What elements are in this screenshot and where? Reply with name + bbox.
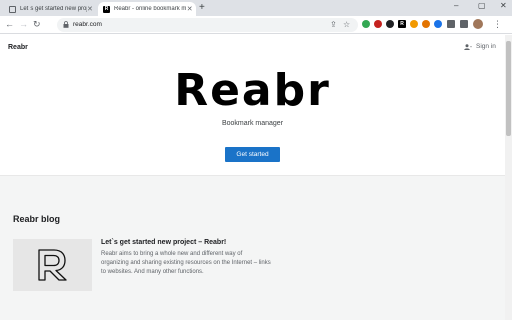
share-icon[interactable]: ⇪ <box>330 20 337 30</box>
profile-avatar[interactable] <box>473 19 483 29</box>
tab-title: Reabr - online bookmark manag <box>114 6 187 12</box>
hero-subtitle: Bookmark manager <box>221 120 284 127</box>
get-started-button[interactable]: Get started <box>225 147 280 162</box>
page-content: Reabr Sign in Reabr Bookmark manager Get… <box>0 35 505 320</box>
sign-in-label: Sign in <box>476 43 496 50</box>
scrollbar-thumb[interactable] <box>506 41 511 136</box>
post-excerpt: Reabr aims to bring a whole new and diff… <box>101 251 271 275</box>
tab-reabr-home[interactable]: R Reabr - online bookmark manag ✕ <box>98 2 196 16</box>
extension-icon[interactable] <box>386 20 394 28</box>
extension-icon[interactable] <box>410 20 418 28</box>
close-window-button[interactable]: ✕ <box>500 1 507 10</box>
document-icon <box>9 5 16 13</box>
blog-section: Reabr blog Let`s get started new project… <box>0 175 505 320</box>
extension-icon[interactable] <box>422 20 430 28</box>
new-tab-button[interactable]: + <box>199 3 205 13</box>
tab-strip: Let`s get started new project - R ✕ R Re… <box>0 0 512 16</box>
reading-list-icon[interactable] <box>460 20 468 28</box>
url-text: reabr.com <box>73 21 102 28</box>
sign-in-icon <box>464 43 472 50</box>
bookmark-star-icon[interactable]: ☆ <box>343 20 350 30</box>
lock-icon <box>63 21 69 28</box>
post-title[interactable]: Let`s get started new project – Reabr! <box>101 239 226 246</box>
site-logo-text[interactable]: Reabr <box>8 44 28 51</box>
page-scrollbar[interactable] <box>505 35 512 320</box>
extension-icon[interactable] <box>434 20 442 28</box>
reabr-favicon-icon: R <box>103 5 110 13</box>
browser-toolbar: ← → ↻ reabr.com ⇪ ☆ R ⋮ <box>0 16 512 34</box>
tab-close-icon[interactable]: ✕ <box>87 5 93 13</box>
hero-title: Reabr <box>174 65 331 116</box>
extension-icon[interactable] <box>362 20 370 28</box>
back-button[interactable]: ← <box>5 19 14 30</box>
forward-button[interactable]: → <box>19 19 28 30</box>
sign-in-link[interactable]: Sign in <box>464 43 496 50</box>
blog-heading: Reabr blog <box>13 214 61 224</box>
address-bar[interactable]: reabr.com ⇪ ☆ <box>57 18 358 32</box>
minimize-button[interactable]: – <box>454 1 458 10</box>
reload-button[interactable]: ↻ <box>33 19 41 30</box>
post-thumbnail[interactable] <box>13 239 92 291</box>
reabr-logo-icon <box>38 249 67 281</box>
tab-close-icon[interactable]: ✕ <box>186 5 193 13</box>
tab-title: Let`s get started new project - R <box>20 6 87 12</box>
tab-blog-post[interactable]: Let`s get started new project - R ✕ <box>4 2 96 16</box>
reabr-extension-icon[interactable]: R <box>398 20 406 28</box>
extensions-puzzle-icon[interactable] <box>447 20 455 28</box>
extension-icon[interactable] <box>374 20 382 28</box>
maximize-button[interactable]: ▢ <box>478 1 486 10</box>
browser-menu-icon[interactable]: ⋮ <box>493 19 502 30</box>
